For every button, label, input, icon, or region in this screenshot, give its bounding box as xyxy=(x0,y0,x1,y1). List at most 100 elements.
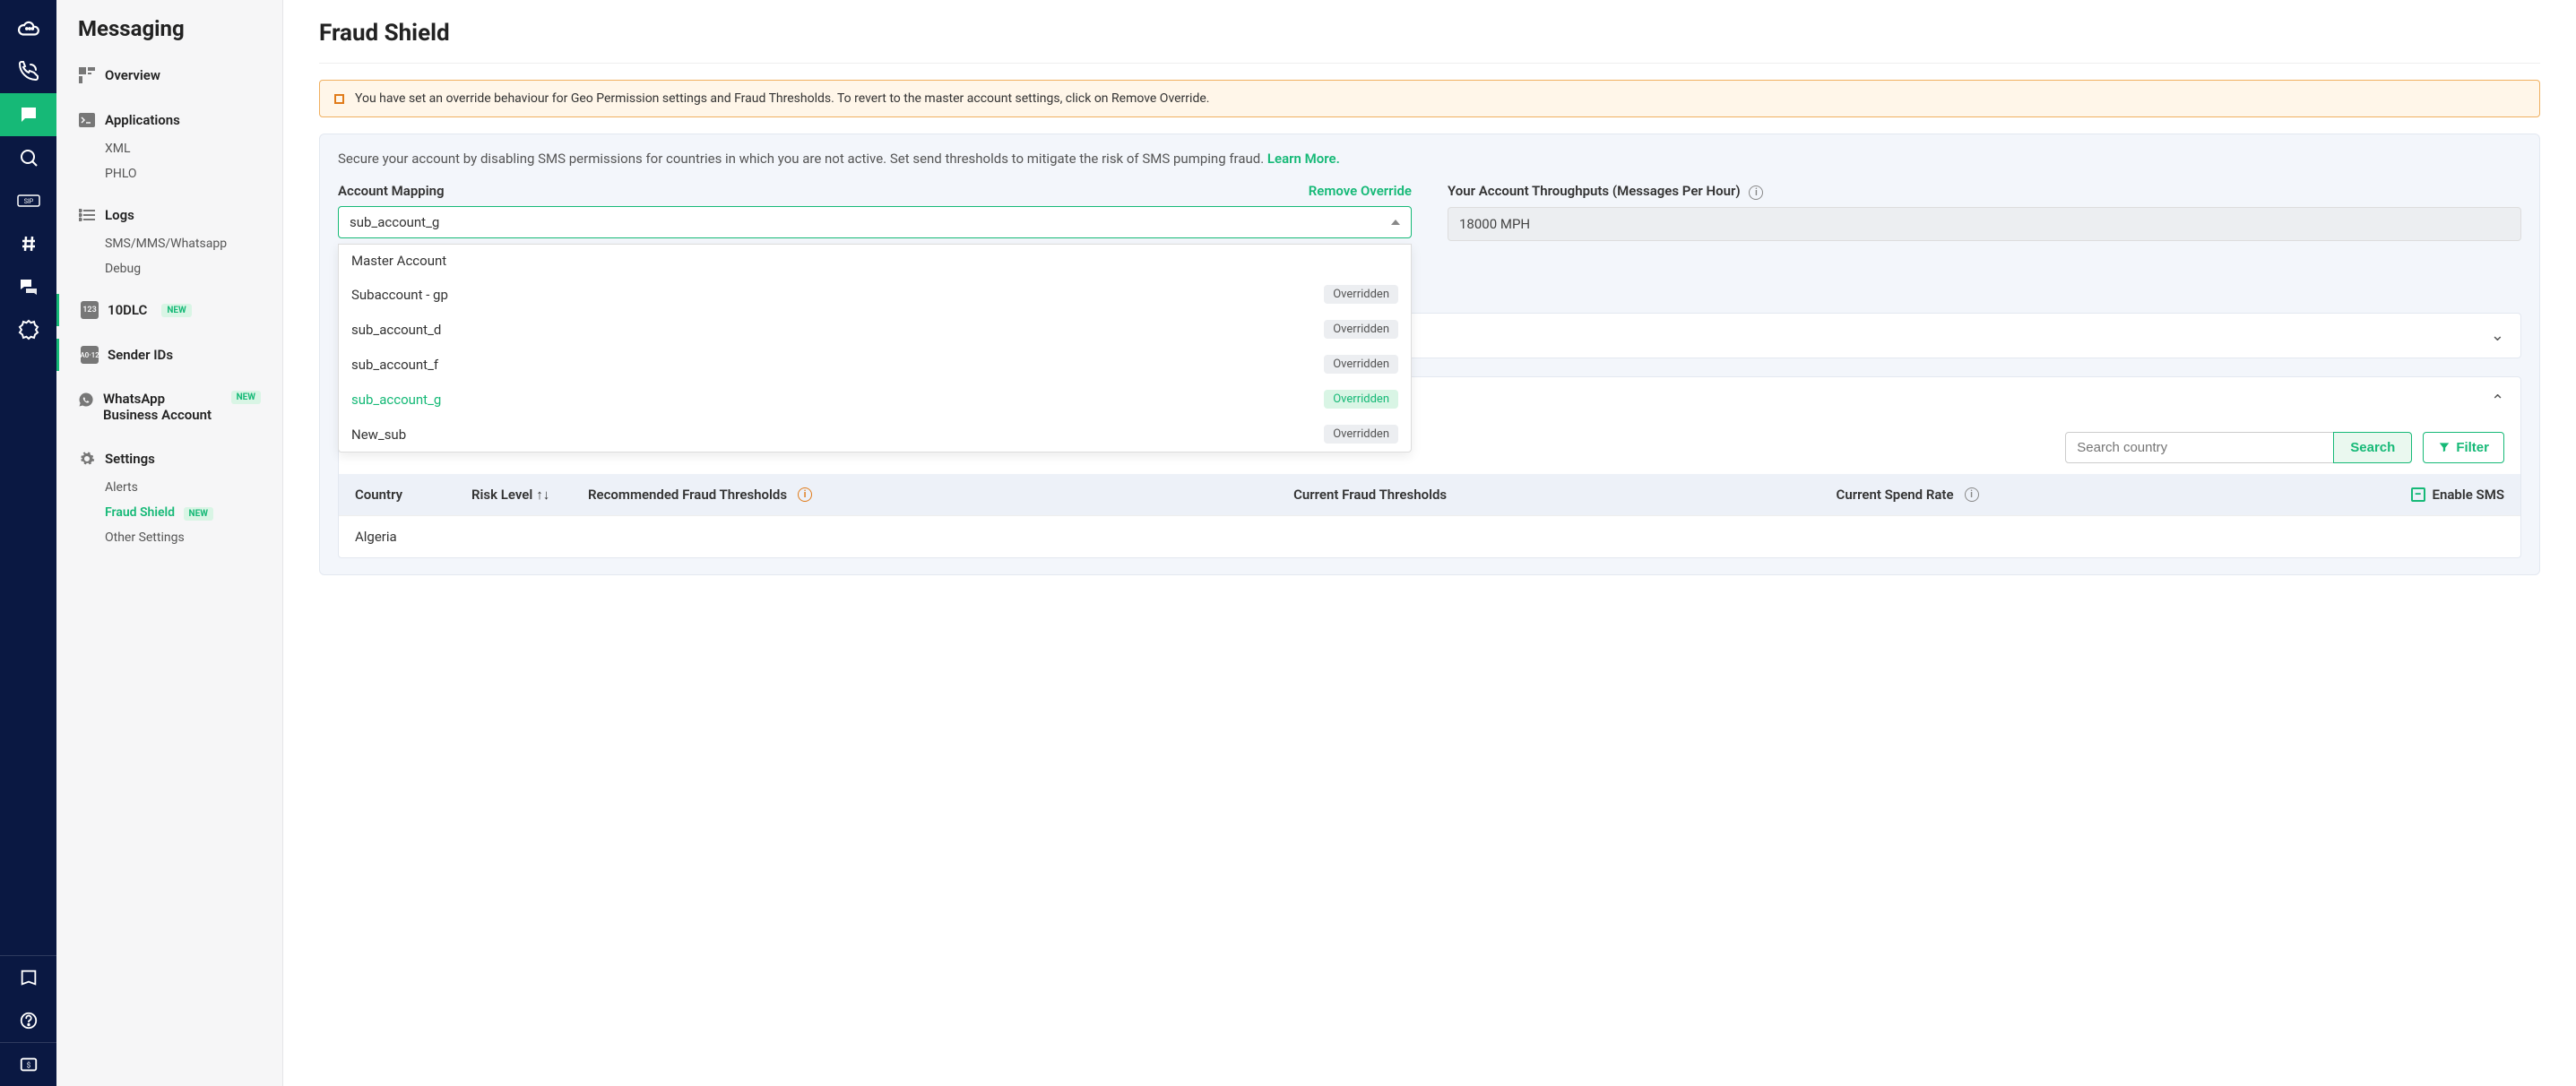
sidebar-item-phlo[interactable]: PHLO xyxy=(56,161,282,186)
sidebar-item-logs[interactable]: Logs xyxy=(56,199,282,231)
page-title: Fraud Shield xyxy=(319,20,2540,47)
sidebar-item-label: Overview xyxy=(105,67,160,83)
sidebar-item-overview[interactable]: Overview xyxy=(56,59,282,91)
sidebar-item-label: 10DLC xyxy=(108,302,147,318)
dropdown-item[interactable]: sub_account_d Overridden xyxy=(339,312,1411,347)
info-icon[interactable]: i xyxy=(1749,185,1763,200)
dropdown-item-label: sub_account_f xyxy=(351,357,438,373)
message-icon[interactable] xyxy=(0,93,56,136)
filter-icon xyxy=(2438,441,2451,453)
svg-text:$: $ xyxy=(26,1061,30,1071)
sidebar-item-10dlc[interactable]: 123 10DLC NEW xyxy=(59,294,282,326)
sidebar-item-label: Logs xyxy=(105,207,134,223)
col-spend: Current Spend Rate i xyxy=(1837,487,2379,503)
lookup-icon[interactable] xyxy=(0,136,56,179)
sort-icon: ↑↓ xyxy=(536,487,549,503)
dropdown-item[interactable]: New_sub Overridden xyxy=(339,417,1411,452)
filter-button[interactable]: Filter xyxy=(2423,432,2504,463)
info-panel: Secure your account by disabling SMS per… xyxy=(319,134,2540,575)
table-header: Country Risk Level ↑↓ Recommended Fraud … xyxy=(339,474,2520,515)
svg-text:SIP: SIP xyxy=(23,198,33,205)
docs-icon[interactable] xyxy=(0,956,56,999)
search-button[interactable]: Search xyxy=(2333,432,2412,463)
info-icon[interactable]: i xyxy=(1965,487,1979,502)
phone-icon[interactable] xyxy=(0,50,56,93)
gear-icon xyxy=(78,450,96,468)
dropdown-item[interactable]: sub_account_f Overridden xyxy=(339,347,1411,382)
col-country: Country xyxy=(355,487,471,503)
new-badge: NEW xyxy=(184,507,213,521)
alert-icon xyxy=(334,94,344,104)
country-cell: Algeria xyxy=(355,529,471,545)
icon-rail: SIP $ xyxy=(0,0,56,1086)
keypad-icon: 123 xyxy=(81,301,99,319)
col-risk[interactable]: Risk Level ↑↓ xyxy=(471,487,588,503)
info-icon[interactable]: i xyxy=(798,487,812,502)
overridden-tag: Overridden xyxy=(1324,285,1398,304)
remove-override-link[interactable]: Remove Override xyxy=(1309,183,1412,199)
alert-text: You have set an override behaviour for G… xyxy=(355,91,1209,106)
main-content: Fraud Shield You have set an override be… xyxy=(283,0,2576,1086)
col-current: Current Fraud Thresholds xyxy=(1293,487,1836,503)
chevron-up-icon xyxy=(1391,220,1400,225)
indeterminate-checkbox[interactable]: − xyxy=(2411,487,2425,502)
dropdown-item-label: sub_account_d xyxy=(351,322,441,338)
whatsapp-icon xyxy=(78,391,94,409)
dropdown-item[interactable]: sub_account_g Overridden xyxy=(339,382,1411,417)
dropdown-item-label: sub_account_g xyxy=(351,392,441,408)
sidebar-item-sender-ids[interactable]: A0·12 Sender IDs xyxy=(59,339,282,371)
sidebar-item-debug[interactable]: Debug xyxy=(56,256,282,281)
overridden-tag: Overridden xyxy=(1324,355,1398,374)
dashboard-icon xyxy=(78,66,96,84)
overridden-tag: Overridden xyxy=(1324,320,1398,339)
sidebar: Messaging Overview Applications XML PHLO xyxy=(56,0,283,1086)
sidebar-item-whatsapp[interactable]: WhatsApp Business Account NEW xyxy=(56,384,282,430)
billing-icon[interactable]: $ xyxy=(0,1043,56,1086)
sidebar-item-label: Sender IDs xyxy=(108,347,173,363)
account-dropdown: Master AccountSubaccount - gpOverriddens… xyxy=(338,244,1412,452)
dropdown-item[interactable]: Subaccount - gp Overridden xyxy=(339,277,1411,312)
conversation-icon[interactable] xyxy=(0,265,56,308)
dropdown-item-label: Master Account xyxy=(351,253,446,269)
chevron-up-icon: ⌄ xyxy=(2491,390,2504,409)
new-badge: NEW xyxy=(161,304,191,317)
verify-icon[interactable] xyxy=(0,308,56,351)
id-icon: A0·12 xyxy=(81,346,99,364)
sidebar-item-sms[interactable]: SMS/MMS/Whatsapp xyxy=(56,231,282,256)
hash-icon[interactable] xyxy=(0,222,56,265)
table-row: Algeria xyxy=(339,515,2520,557)
sidebar-item-alerts[interactable]: Alerts xyxy=(56,475,282,500)
chevron-down-icon: ⌄ xyxy=(2491,326,2504,345)
search-country-input[interactable] xyxy=(2065,432,2334,463)
sidebar-item-settings[interactable]: Settings xyxy=(56,443,282,475)
sidebar-item-fraud-shield[interactable]: Fraud Shield NEW xyxy=(56,500,282,525)
dropdown-item[interactable]: Master Account xyxy=(339,245,1411,277)
sidebar-item-label: WhatsApp Business Account xyxy=(103,391,217,423)
sidebar-title: Messaging xyxy=(56,16,282,59)
override-alert: You have set an override behaviour for G… xyxy=(319,80,2540,117)
help-icon[interactable] xyxy=(0,999,56,1042)
throughput-label: Your Account Throughputs (Messages Per H… xyxy=(1448,183,1741,199)
dropdown-item-label: Subaccount - gp xyxy=(351,287,448,303)
sidebar-item-xml[interactable]: XML xyxy=(56,136,282,161)
info-text: Secure your account by disabling SMS per… xyxy=(338,151,2521,167)
sidebar-item-label: Applications xyxy=(105,112,180,128)
sip-icon[interactable]: SIP xyxy=(0,179,56,222)
new-badge: NEW xyxy=(231,391,261,404)
learn-more-link[interactable]: Learn More. xyxy=(1267,151,1340,167)
dropdown-item-label: New_sub xyxy=(351,427,406,443)
sidebar-item-other[interactable]: Other Settings xyxy=(56,525,282,550)
account-mapping-label: Account Mapping xyxy=(338,183,445,199)
account-select[interactable]: sub_account_g xyxy=(338,206,1412,238)
terminal-icon xyxy=(78,111,96,129)
sidebar-item-applications[interactable]: Applications xyxy=(56,104,282,136)
overridden-tag: Overridden xyxy=(1324,425,1398,444)
cloud-icon[interactable] xyxy=(0,7,56,50)
col-recommended: Recommended Fraud Thresholds i xyxy=(588,487,1293,503)
overridden-tag: Overridden xyxy=(1324,390,1398,409)
col-enable: − Enable SMS xyxy=(2379,487,2504,503)
throughput-value: 18000 MPH xyxy=(1448,207,2521,241)
sidebar-item-label: Settings xyxy=(105,451,155,467)
list-icon xyxy=(78,206,96,224)
account-select-value: sub_account_g xyxy=(350,214,439,230)
